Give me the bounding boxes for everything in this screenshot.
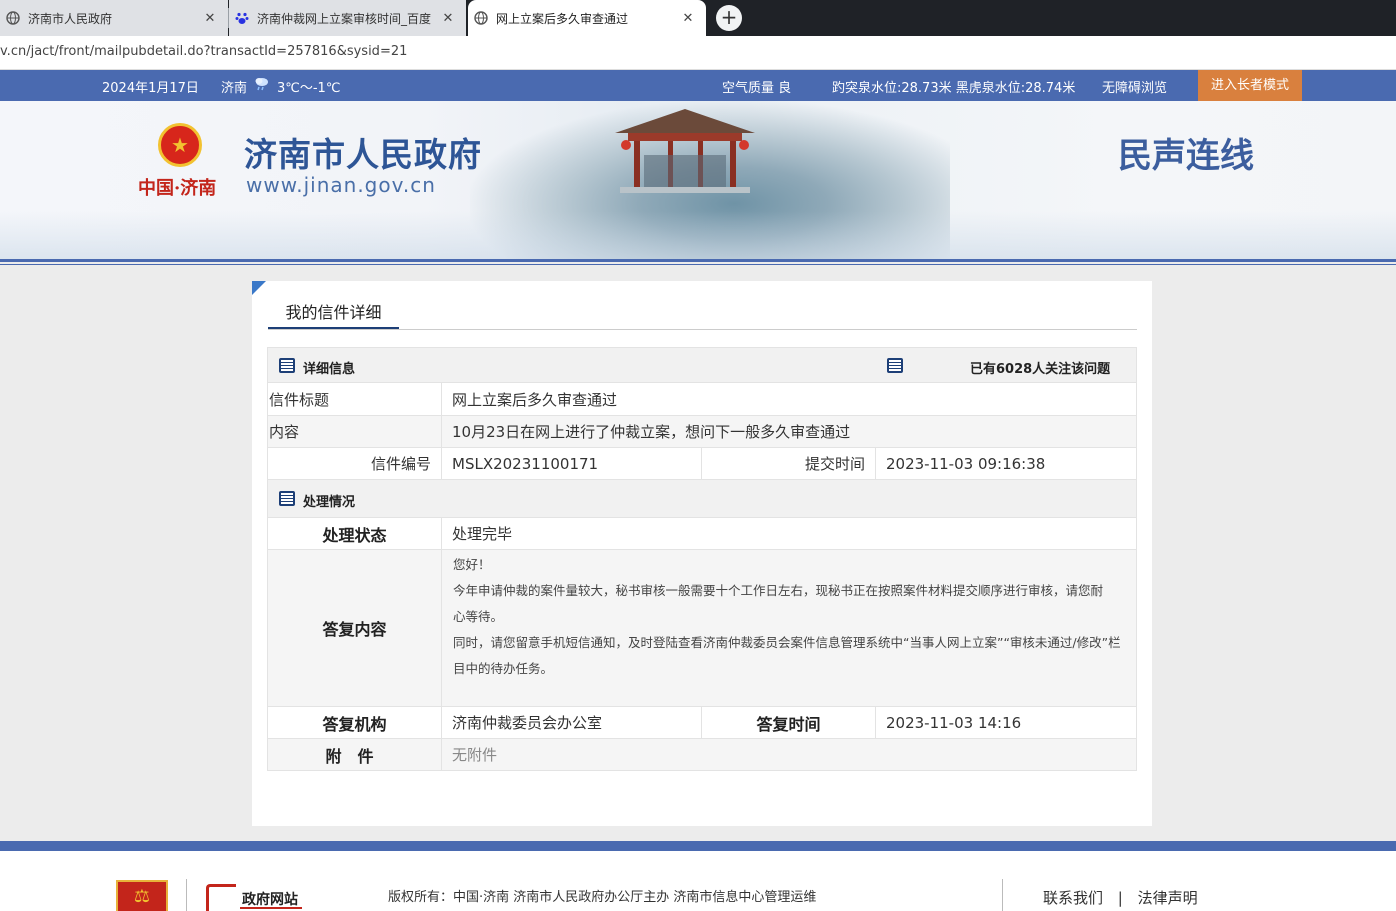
letter-number-value: MSLX20231100171 [452, 454, 599, 473]
reply-org-row: 答复机构 济南仲裁委员会办公室 答复时间 2023-11-03 14:16 [267, 707, 1137, 739]
browser-tab-3-active[interactable]: 网上立案后多久审查通过 ✕ [468, 0, 706, 36]
reply-content-text: 您好！ 今年申请仲裁的案件量较大，秘书审核一般需要十个工作日左右，现秘书正在按照… [453, 552, 1137, 682]
party-emblem-icon[interactable]: ⚖ [116, 880, 168, 911]
attachment-value: 无附件 [452, 746, 498, 764]
gov-site-underline [240, 907, 302, 909]
reply-time-value: 2023-11-03 14:16 [886, 713, 1022, 732]
browser-tab-2[interactable]: 济南仲裁网上立案审核时间_百度 ✕ [229, 0, 466, 36]
handling-section-header: 处理情况 [267, 480, 1137, 518]
reply-line: 今年申请仲裁的案件量较大，秘书审核一般需要十个工作日左右，现秘书正在按照案件材料… [453, 583, 1104, 598]
address-bar[interactable]: v.cn/jact/front/mailpubdetail.do?transac… [0, 36, 1396, 70]
elder-mode-button[interactable]: 进入长者模式 [1198, 70, 1302, 101]
reply-time-label: 答复时间 [756, 714, 821, 734]
reply-content-row: 答复内容 您好！ 今年申请仲裁的案件量较大，秘书审核一般需要十个工作日左右，现秘… [267, 550, 1137, 707]
copyright-text: 版权所有：中国·济南 济南市人民政府办公厅主办 济南市信息中心管理运维 [388, 890, 817, 905]
status-value: 处理完毕 [452, 525, 513, 543]
globe-icon [474, 11, 488, 25]
reply-org-value: 济南仲裁委员会办公室 [452, 714, 603, 732]
baidu-paw-icon [235, 11, 249, 25]
banner-water [0, 211, 1396, 259]
letter-title-label: 信件标题 [269, 390, 330, 409]
reply-content-label: 答复内容 [322, 620, 387, 639]
footer-links: 联系我们 | 法律声明 [1043, 887, 1198, 908]
tab-close-icon[interactable]: ✕ [438, 11, 458, 26]
pavilion-illustration [615, 109, 755, 193]
footer-divider [0, 841, 1396, 851]
weather-temperature: 3℃～-1℃ [277, 81, 341, 96]
gov-site-icon[interactable] [206, 884, 236, 911]
document-icon [279, 491, 295, 506]
spring-water-level: 趵突泉水位:28.73米 黑虎泉水位:28.74米 [832, 81, 1076, 96]
tab-close-icon[interactable]: ✕ [678, 11, 698, 26]
tab-title: 济南仲裁网上立案审核时间_百度 [257, 11, 432, 26]
reply-org-label: 答复机构 [322, 714, 387, 734]
rain-cloud-icon [253, 75, 271, 97]
tab-letter-detail[interactable]: 我的信件详细 [268, 297, 399, 330]
document-icon [887, 358, 903, 373]
submit-time-label: 提交时间 [804, 455, 865, 473]
legal-link[interactable]: 法律声明 [1138, 889, 1198, 907]
detail-section-header: 详细信息 已有6028人关注该问题 [267, 347, 1137, 383]
footer-separator [1002, 879, 1003, 911]
site-footer: ⚖ 政府网站 版权所有：中国·济南 济南市人民政府办公厅主办 济南市信息中心管理… [0, 851, 1396, 911]
accessibility-link[interactable]: 无障碍浏览 [1102, 77, 1167, 96]
tab-title: 网上立案后多久审查通过 [496, 11, 629, 26]
letter-meta-row: 信件编号 MSLX20231100171 提交时间 2023-11-03 09:… [267, 448, 1137, 480]
banner-divider-thin [0, 264, 1396, 265]
letter-content-label: 内容 [269, 423, 300, 441]
footer-link-divider: | [1117, 889, 1123, 907]
status-label: 处理状态 [322, 525, 387, 545]
letter-title-row: 信件标题 网上立案后多久审查通过 [267, 383, 1137, 416]
browser-tab-1[interactable]: 济南市人民政府 ✕ [0, 0, 228, 36]
url-text[interactable]: v.cn/jact/front/mailpubdetail.do?transac… [0, 44, 407, 59]
status-row: 处理状态 处理完毕 [267, 518, 1137, 550]
logo-text: 中国·济南 [138, 178, 217, 199]
section-title: 民声连线 [1118, 136, 1254, 176]
reply-line: 心等待。 [453, 609, 504, 624]
top-info-bar: 2024年1月17日 济南 3℃～-1℃ 空气质量 良 趵突泉水位:28.73米… [0, 70, 1396, 101]
attachment-label: 附 件 [325, 746, 374, 766]
gov-site-label[interactable]: 政府网站 [242, 889, 298, 909]
letter-content-row: 内容 10月23日在网上进行了仲裁立案，想问下一般多久审查通过 [267, 416, 1137, 448]
air-quality: 空气质量 良 [722, 81, 792, 96]
banner-divider [0, 259, 1396, 262]
site-url[interactable]: www.jinan.gov.cn [246, 173, 436, 197]
national-emblem-icon: ★ [158, 123, 202, 167]
reply-line: 您好！ [453, 557, 491, 572]
letter-title-value: 网上立案后多久审查通过 [452, 390, 618, 409]
reply-line: 同时，请您留意手机短信通知，及时登陆查看济南仲裁委员会案件信息管理系统中“当事人… [453, 635, 1121, 650]
panel-corner-mark [252, 281, 266, 295]
letter-content-value: 10月23日在网上进行了仲裁立案，想问下一般多久审查通过 [452, 423, 851, 441]
new-tab-button[interactable]: + [716, 5, 742, 31]
weather-city: 济南 [221, 81, 248, 96]
document-icon [279, 358, 295, 373]
footer-separator [186, 879, 187, 911]
contact-link[interactable]: 联系我们 [1043, 889, 1103, 907]
handling-heading: 处理情况 [303, 495, 356, 510]
reply-line: 目中的待办任务。 [453, 661, 554, 676]
detail-heading: 详细信息 [303, 362, 356, 377]
attachment-row: 附 件 无附件 [267, 739, 1137, 771]
panel-tab-rule [268, 329, 1137, 330]
tab-close-icon[interactable]: ✕ [200, 11, 220, 26]
current-date: 2024年1月17日 [102, 81, 199, 96]
letter-number-label: 信件编号 [370, 455, 431, 473]
globe-icon [6, 11, 20, 25]
submit-time-value: 2023-11-03 09:16:38 [886, 454, 1046, 473]
followers-count: 已有6028人关注该问题 [970, 362, 1111, 377]
site-name[interactable]: 济南市人民政府 [244, 128, 482, 176]
tab-title: 济南市人民政府 [28, 11, 113, 26]
browser-tab-bar: 济南市人民政府 ✕ 济南仲裁网上立案审核时间_百度 ✕ 网上立案后多久审查通过 … [0, 0, 1396, 36]
